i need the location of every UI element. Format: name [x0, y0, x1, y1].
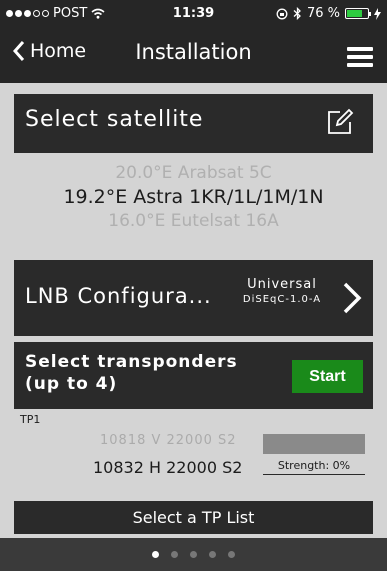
bluetooth-icon — [293, 7, 301, 20]
page-dot[interactable] — [152, 551, 159, 558]
satellite-option[interactable]: 19.2°E Astra 1KR/1L/1M/1N — [0, 185, 387, 209]
top-bar: POST 11:39 76 % Home Installation — [0, 0, 387, 83]
page-dot[interactable] — [171, 551, 178, 558]
select-transponders-label: Select transponders (up to 4) — [25, 351, 238, 395]
lnb-label: LNB Configura... — [25, 284, 212, 308]
status-bar: POST 11:39 76 % — [0, 0, 387, 28]
navigation-bar: Home Installation — [0, 32, 387, 78]
transponder-option-above[interactable]: 10818 V 22000 S2 — [100, 433, 237, 448]
lnb-value: Universal DiSEqC-1.0-A — [232, 277, 332, 305]
lnb-diseqc: DiSEqC-1.0-A — [242, 294, 322, 305]
select-transponders-header: Select transponders (up to 4) Start — [14, 342, 373, 409]
page-dot[interactable] — [209, 551, 216, 558]
select-satellite-header: Select satellite — [14, 94, 373, 153]
satellite-option[interactable]: 16.0°E Eutelsat 16A — [0, 209, 387, 233]
lnb-type: Universal — [247, 277, 317, 292]
page-dot[interactable] — [190, 551, 197, 558]
lnb-configuration-row[interactable]: LNB Configura... Universal DiSEqC-1.0-A — [14, 260, 373, 336]
start-button[interactable]: Start — [292, 360, 363, 393]
transponder-row[interactable]: 10832 H 22000 S2 — [93, 458, 242, 477]
select-tp-list-button[interactable]: Select a TP List — [14, 501, 373, 534]
select-transponders-line1: Select transponders — [25, 352, 238, 372]
strength-bar — [263, 434, 365, 454]
satellite-option[interactable]: 20.0°E Arabsat 5C — [0, 161, 387, 185]
page-dot[interactable] — [228, 551, 235, 558]
page-title: Installation — [135, 40, 252, 64]
status-right: 76 % — [276, 6, 381, 21]
select-transponders-line2: (up to 4) — [25, 374, 118, 394]
tp-label: TP1 — [20, 413, 41, 426]
page-indicator[interactable] — [0, 538, 387, 571]
menu-icon[interactable] — [347, 47, 373, 67]
select-satellite-label: Select satellite — [25, 107, 204, 132]
battery-percent: 76 % — [306, 6, 340, 21]
battery-icon — [345, 8, 371, 19]
satellite-picker[interactable]: 20.0°E Arabsat 5C 19.2°E Astra 1KR/1L/1M/… — [0, 161, 387, 233]
strength-label: Strength: 0% — [263, 459, 365, 475]
rotation-lock-icon — [276, 8, 288, 19]
charging-icon — [374, 7, 381, 20]
edit-icon[interactable] — [325, 107, 355, 137]
chevron-right-icon — [343, 282, 362, 314]
